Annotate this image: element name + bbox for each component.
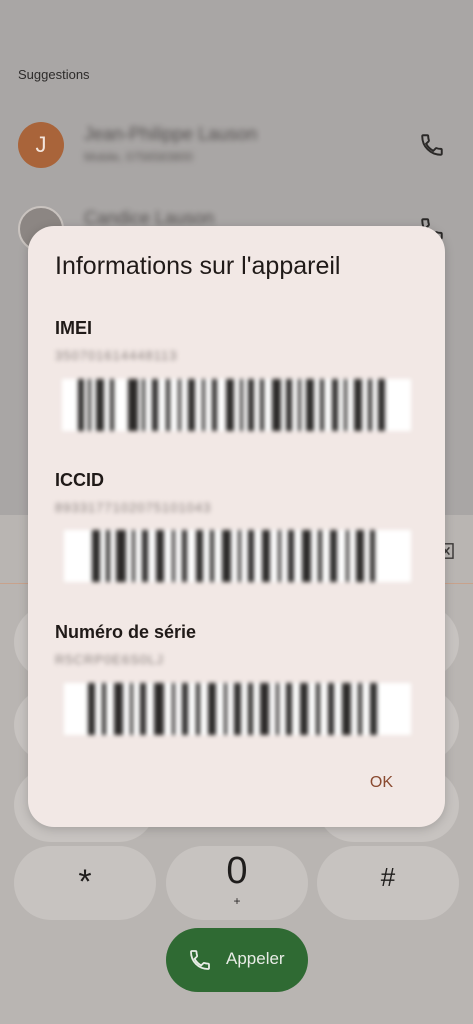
serial-number-label: Numéro de série	[55, 622, 197, 642]
call-button[interactable]: Appeler	[166, 928, 308, 992]
iccid-label: ICCID	[55, 470, 104, 490]
avatar: J	[18, 122, 64, 168]
keypad-key-zero[interactable]: 0 +	[166, 846, 308, 920]
device-info-dialog: Informations sur l'appareil IMEI 3507016…	[28, 226, 445, 827]
keypad-key-hash[interactable]: #	[317, 846, 459, 920]
serial-number-barcode-image	[64, 683, 411, 735]
keypad-key-star[interactable]: *	[14, 846, 156, 920]
serial-number-value: R5CRP0E6S0LJ	[55, 652, 164, 667]
key-zero-sublabel: +	[233, 894, 241, 908]
suggestions-heading: Suggestions	[18, 67, 90, 82]
call-button-label: Appeler	[226, 949, 285, 968]
imei-label: IMEI	[55, 318, 93, 338]
dialog-title: Informations sur l'appareil	[55, 252, 341, 280]
ok-button[interactable]: OK	[370, 774, 393, 792]
key-hash-label: #	[380, 862, 396, 892]
key-star-label: *	[78, 863, 92, 901]
iccid-value: 8933177102075101043	[55, 500, 212, 515]
imei-barcode-image	[62, 379, 411, 431]
contact-detail: Mobile, 0756583800	[84, 150, 193, 164]
key-zero-label: 0	[226, 850, 248, 892]
iccid-barcode-image	[64, 530, 411, 582]
imei-value: 350701614448113	[55, 348, 178, 363]
phone-icon	[190, 950, 210, 970]
phone-icon[interactable]	[419, 132, 445, 158]
contact-name: Jean-Philippe Lauson	[84, 124, 258, 144]
contact-row[interactable]: J Jean-Philippe Lauson Mobile, 075658380…	[0, 122, 473, 192]
